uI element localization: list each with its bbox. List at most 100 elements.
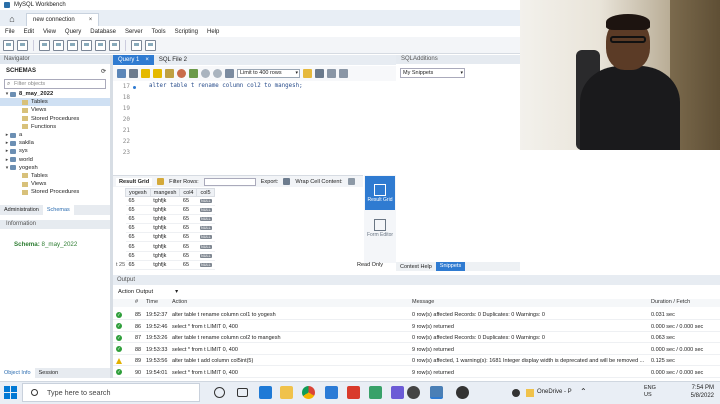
output-row[interactable]: ✓ 86 19:52:46 select * from t LIMIT 0, 400 9…	[113, 321, 720, 332]
create-table-icon[interactable]	[67, 39, 78, 51]
grid-cell[interactable]: NULL	[196, 251, 215, 261]
code-line[interactable]: alter table t rename column col2 to mang…	[149, 83, 303, 89]
grid-cell[interactable]: 65	[179, 205, 197, 216]
grid-cell[interactable]: 65	[125, 214, 151, 225]
tab-snippets[interactable]: Snippets	[435, 262, 466, 271]
tree-item[interactable]: Stored Procedures	[0, 188, 110, 196]
word-icon[interactable]	[325, 386, 338, 399]
home-tab[interactable]: ⌂	[4, 12, 20, 26]
menu-server[interactable]: Server	[125, 29, 143, 35]
grid-cell[interactable]: NULL	[196, 196, 215, 207]
grid-row[interactable]: 65 tghfjk 65 NULL	[125, 232, 215, 243]
grid-cell[interactable]: 65	[125, 241, 151, 252]
taskbar-search-input[interactable]: Type here to search	[22, 383, 200, 402]
create-procedure-icon[interactable]	[95, 39, 106, 51]
grid-cell[interactable]: NULL	[196, 223, 215, 234]
grid-cell[interactable]: NULL	[196, 214, 215, 225]
explain-icon[interactable]	[165, 69, 174, 78]
commit-icon[interactable]	[201, 69, 210, 78]
grid-cell[interactable]: tghfjk	[150, 205, 180, 216]
grid-cell[interactable]: NULL	[196, 205, 215, 216]
language-indicator[interactable]: ENG US	[644, 385, 656, 399]
edge-icon[interactable]	[259, 386, 272, 399]
wrap-cell-icon[interactable]	[347, 178, 355, 185]
acrobat-icon[interactable]	[347, 386, 360, 399]
result-grid-button[interactable]: Result Grid	[365, 176, 395, 210]
grid-cell[interactable]: 65	[179, 223, 197, 234]
menu-file[interactable]: File	[5, 29, 15, 35]
file-explorer-icon[interactable]	[280, 386, 293, 399]
tab-schemas[interactable]: Schemas	[42, 205, 74, 215]
grid-cell[interactable]: 65	[125, 196, 151, 207]
output-row[interactable]: ✓ 90 19:54:01 select * from t LIMIT 0, 400 9…	[113, 367, 720, 378]
grid-row[interactable]: 65 tghfjk 65 NULL	[125, 241, 215, 252]
chrome-icon[interactable]	[302, 386, 315, 399]
grid-row[interactable]: 65 tghfjk 65 NULL	[125, 223, 215, 234]
wrap-lines-icon[interactable]	[339, 69, 348, 78]
menu-view[interactable]: View	[43, 29, 56, 35]
grid-cell[interactable]: NULL	[196, 232, 215, 243]
tree-item[interactable]: ▸ a	[0, 131, 110, 139]
tree-item[interactable]: ▸ world	[0, 156, 110, 164]
close-icon[interactable]: ×	[145, 57, 149, 63]
new-sql-tab-icon[interactable]	[3, 39, 14, 51]
cortana-icon[interactable]	[214, 387, 225, 398]
output-row[interactable]: ✓ 87 19:53:26 alter table t rename column c…	[113, 332, 720, 344]
tab-administration[interactable]: Administration	[0, 207, 43, 213]
grid-cell[interactable]: 65	[179, 241, 197, 252]
tab-context-help[interactable]: Context Help	[396, 264, 436, 270]
grid-icon[interactable]	[157, 178, 165, 185]
sql-editor[interactable]: 17 18 19 20 21 22 23 alter table t rename colum…	[113, 82, 396, 162]
tab-session[interactable]: Session	[35, 370, 63, 376]
tree-item[interactable]: ▸ sakila	[0, 139, 110, 147]
obs-icon[interactable]	[512, 389, 520, 397]
tree-item[interactable]: Tables	[0, 172, 110, 180]
output-row[interactable]: ✓ 88 19:53:33 select * from t LIMIT 0, 400 9…	[113, 344, 720, 355]
grid-cell[interactable]: 65	[179, 232, 197, 243]
teams-icon[interactable]	[391, 386, 404, 399]
grid-cell[interactable]: 65	[125, 251, 151, 261]
result-grid-tab[interactable]: Result Grid	[116, 177, 153, 186]
grid-cell[interactable]: 65	[125, 205, 151, 216]
tree-item[interactable]: Tables	[0, 98, 110, 107]
invisible-chars-icon[interactable]	[327, 69, 336, 78]
settings-gear-icon[interactable]	[407, 386, 420, 399]
grid-row[interactable]: 65 tghfjk 65 NULL	[125, 196, 215, 207]
chevron-up-icon[interactable]: ⌃	[580, 387, 587, 396]
save-icon[interactable]	[129, 69, 138, 78]
create-function-icon[interactable]	[109, 39, 120, 51]
tree-item[interactable]: Views	[0, 180, 110, 188]
tree-item[interactable]: ▾ 8_may_2022	[0, 90, 110, 98]
menu-edit[interactable]: Edit	[24, 29, 34, 35]
stop-icon[interactable]	[177, 69, 186, 78]
autocommit-icon[interactable]	[225, 69, 234, 78]
camera-app-icon[interactable]	[456, 386, 469, 399]
grid-cell[interactable]: tghfjk	[150, 223, 180, 234]
onedrive-label[interactable]: OneDrive - P	[537, 389, 572, 395]
output-selector[interactable]: Action Output ▾	[118, 289, 178, 295]
grid-cell[interactable]: 65	[125, 223, 151, 234]
close-icon[interactable]: ×	[89, 17, 93, 23]
filter-rows-input[interactable]	[203, 177, 256, 186]
create-view-icon[interactable]	[81, 39, 92, 51]
output-row[interactable]: ✓ 85 19:52:37 alter table t rename column c…	[113, 309, 720, 321]
find-icon[interactable]	[315, 69, 324, 78]
output-row[interactable]: 89 19:53:56 alter table t add column col5i…	[113, 355, 720, 367]
grid-column-header[interactable]: col5	[196, 188, 216, 197]
grid-cell[interactable]: tghfjk	[150, 214, 180, 225]
rollback-icon[interactable]	[213, 69, 222, 78]
menu-scripting[interactable]: Scripting	[175, 29, 198, 35]
grid-row[interactable]: 65 tghfjk 65 NULL	[125, 251, 215, 261]
execute-current-icon[interactable]	[153, 69, 162, 78]
mysql-workbench-taskbar-icon[interactable]	[430, 386, 443, 399]
tab-query-1[interactable]: Query 1 ×	[113, 55, 154, 65]
create-schema-icon[interactable]	[53, 39, 64, 51]
export-icon[interactable]	[283, 178, 291, 185]
grid-cell[interactable]: 65	[179, 251, 197, 261]
grid-column-header[interactable]: col4	[179, 188, 198, 197]
form-editor-button[interactable]: Form Editor	[365, 211, 395, 245]
grid-cell[interactable]: tghfjk	[150, 232, 180, 243]
grid-row[interactable]: 65 tghfjk 65 NULL	[125, 205, 215, 216]
beautify-icon[interactable]	[303, 69, 312, 78]
schema-inspector-icon[interactable]	[39, 39, 50, 51]
